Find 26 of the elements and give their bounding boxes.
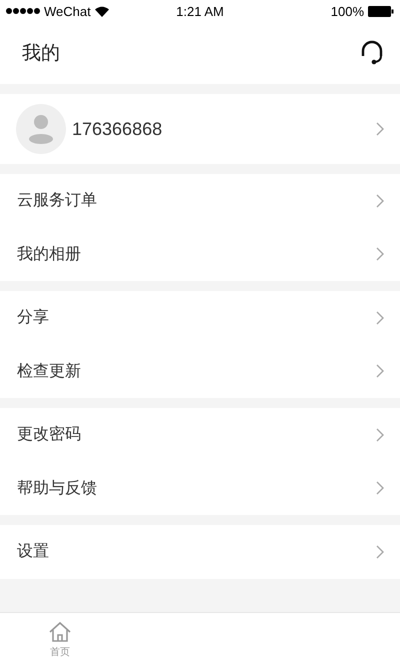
chevron-icon [376,194,384,208]
wifi-icon [94,6,109,16]
menu-item[interactable]: 检查更新 [17,360,81,382]
signal-icon [6,8,40,14]
avatar [16,104,66,154]
chevron-icon [376,364,384,378]
chevron-icon [376,544,384,559]
battery-icon [368,6,394,16]
clock-time: 1:21 AM [176,4,224,18]
chevron-icon [376,428,384,442]
menu-item[interactable]: 云服务订单 [17,190,97,212]
menu-item[interactable]: 设置 [17,541,49,562]
menu-item[interactable]: 更改密码 [17,424,81,446]
chevron-icon [376,481,384,496]
menu-item[interactable]: 分享 [17,307,49,328]
page-title: 我的 [22,41,60,66]
headset-icon[interactable] [360,40,384,66]
battery-percent: 100% [330,4,364,18]
chevron-icon [376,122,384,136]
chevron-icon [376,310,384,325]
menu-item[interactable]: 帮助与反馈 [17,478,97,499]
account-number: 176366868 [72,118,164,140]
home-icon [48,620,72,642]
chevron-icon [376,247,384,262]
menu-item[interactable]: 我的相册 [17,244,81,265]
carrier-name: WeChat [44,4,91,18]
